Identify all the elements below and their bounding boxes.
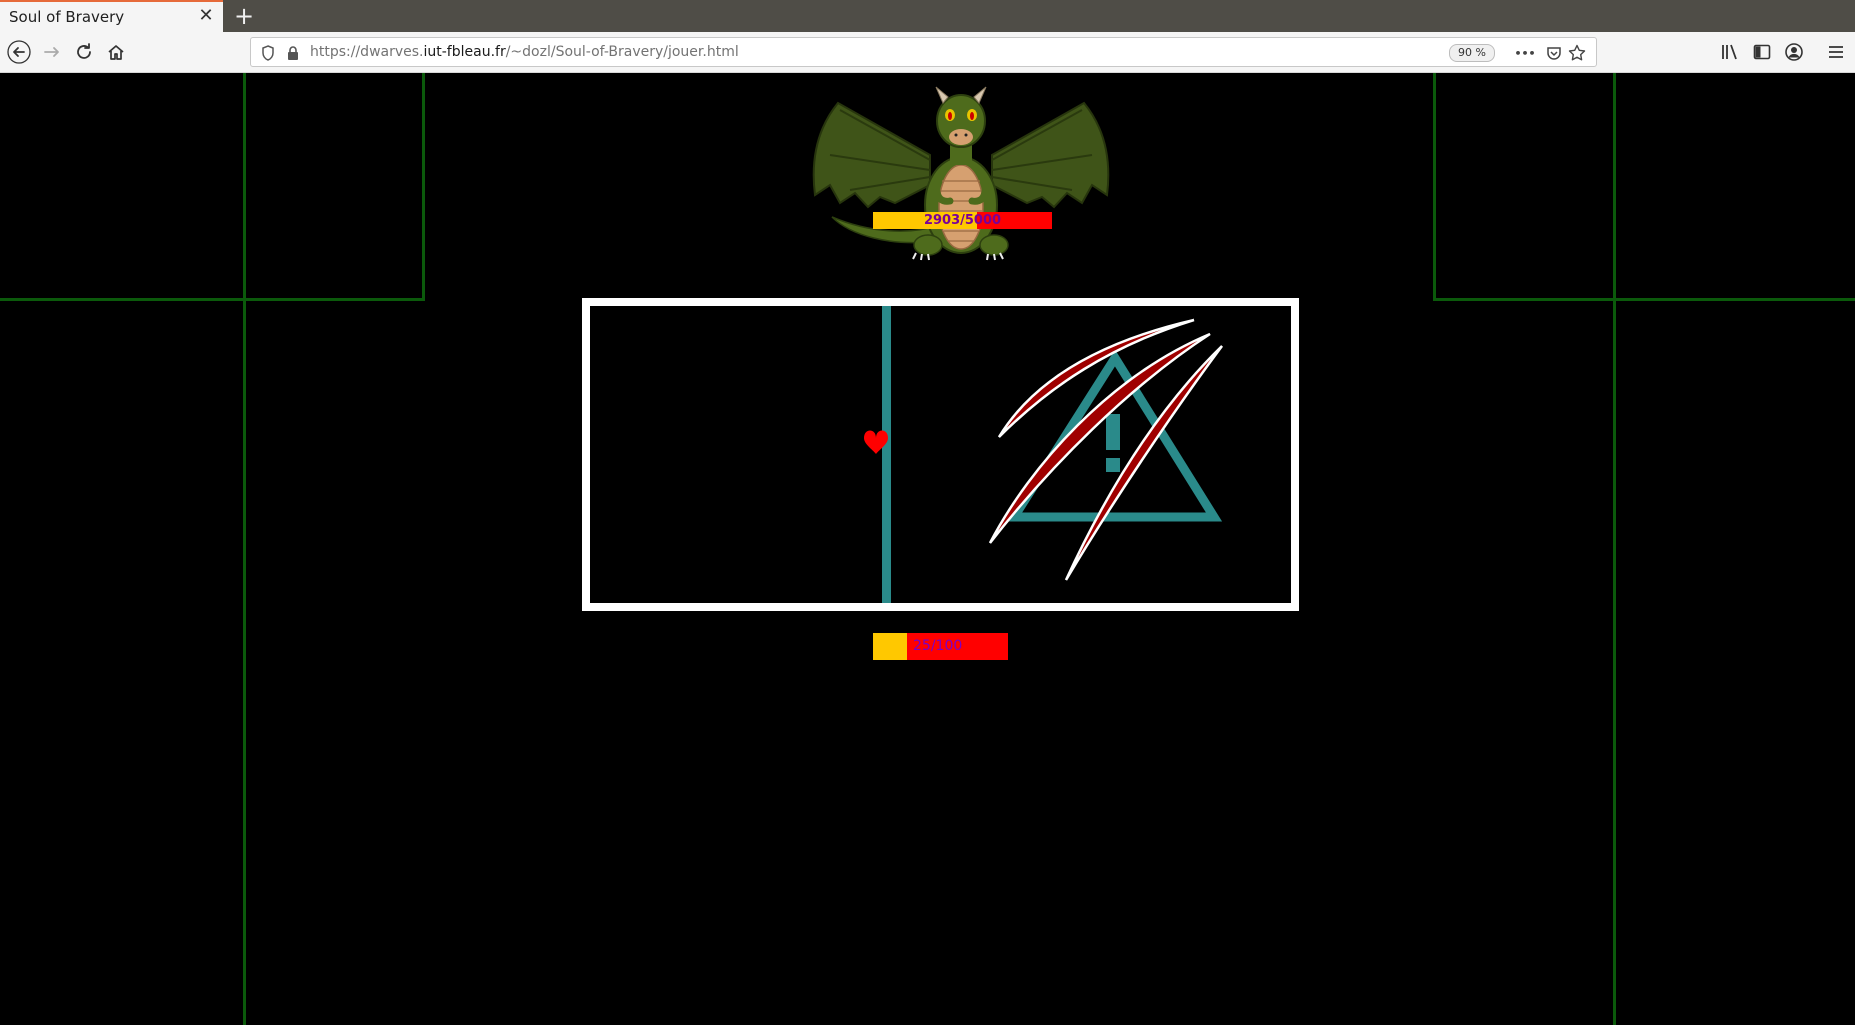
new-tab-button[interactable]: +: [231, 3, 257, 29]
menu-button[interactable]: [1823, 39, 1849, 65]
page-actions-icon[interactable]: •••: [1514, 44, 1535, 62]
reload-icon: [77, 43, 91, 59]
forward-arrow-icon: [44, 47, 59, 57]
shield-icon[interactable]: [259, 44, 277, 62]
forward-button[interactable]: [39, 39, 65, 65]
url-text[interactable]: https://dwarves.iut-fbleau.fr/~dozl/Soul…: [310, 44, 739, 60]
tab-title: Soul of Bravery: [9, 8, 125, 26]
sidebar-button[interactable]: [1749, 39, 1775, 65]
grid-line: [1433, 298, 1855, 301]
home-icon: [108, 45, 124, 60]
close-tab-icon[interactable]: ✕: [197, 7, 215, 25]
tab-active[interactable]: Soul of Bravery ✕: [0, 0, 223, 32]
back-arrow-icon: [7, 40, 31, 64]
boss-health-bar: 2903/5000: [873, 212, 1052, 229]
url-domain: iut-fbleau.fr: [423, 44, 506, 60]
library-button[interactable]: [1717, 39, 1743, 65]
bookmark-star-icon[interactable]: [1568, 44, 1586, 62]
url-prefix: https://dwarves.: [310, 44, 424, 60]
dragon-belly: [938, 164, 984, 250]
boss-health-text: 2903/5000: [923, 213, 1002, 228]
grid-line: [422, 73, 425, 301]
game-page: 2903/5000 25/100: [0, 73, 1855, 1025]
zoom-level-badge[interactable]: 90 %: [1449, 44, 1495, 62]
dragon-boss: [812, 86, 1110, 261]
battle-field: [864, 306, 1224, 603]
grid-line: [1613, 73, 1616, 1025]
player-health-text: 25/100: [913, 638, 963, 654]
player-health-fill: [873, 633, 907, 660]
url-path: /~dozl/Soul-of-Bravery/jouer.html: [505, 44, 739, 60]
home-button[interactable]: [103, 39, 129, 65]
account-icon: [1785, 43, 1803, 61]
address-bar[interactable]: https://dwarves.iut-fbleau.fr/~dozl/Soul…: [250, 37, 1597, 67]
grid-line: [243, 73, 246, 1025]
player-health-bar: 25/100: [873, 633, 1008, 660]
back-button[interactable]: [6, 39, 32, 65]
grid-line: [0, 298, 425, 301]
reload-button[interactable]: [71, 39, 97, 65]
tab-strip: Soul of Bravery ✕ +: [0, 0, 1855, 32]
pocket-icon[interactable]: [1545, 44, 1563, 62]
hamburger-menu-icon: [1829, 46, 1843, 58]
account-button[interactable]: [1781, 39, 1807, 65]
battle-box: [582, 298, 1299, 611]
cyan-wall: [882, 306, 891, 603]
grid-line: [1433, 73, 1436, 301]
library-icon: [1722, 44, 1737, 60]
lock-icon[interactable]: [284, 44, 302, 62]
sidebar-icon: [1753, 44, 1771, 60]
navigation-toolbar: https://dwarves.iut-fbleau.fr/~dozl/Soul…: [0, 32, 1855, 73]
